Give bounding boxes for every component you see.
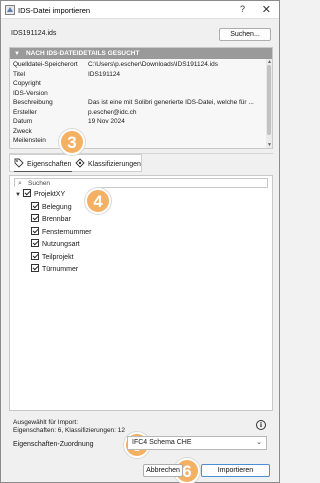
- detail-row: IDS-Version: [10, 90, 266, 98]
- detail-row: Zweck: [10, 128, 266, 136]
- tree-child-item[interactable]: Teilprojekt: [31, 251, 74, 262]
- tree-child-item[interactable]: Belegung: [31, 202, 72, 212]
- detail-label: Zweck: [13, 127, 32, 135]
- import-counts: Eigenschaften: 6, Klassifizierungen: 12: [13, 427, 126, 434]
- tree-child-item[interactable]: Nutzungsart: [31, 239, 80, 249]
- file-name: IDS191124.ids: [11, 30, 57, 37]
- classification-icon: [75, 158, 85, 168]
- help-icon[interactable]: ?: [240, 4, 245, 14]
- title-bar: IDS-Datei importieren ? ✕: [1, 1, 279, 19]
- detail-label: Beschreibung: [13, 99, 53, 106]
- file-details-panel: ▼ NACH IDS-DATEIDETAILS GESUCHT Quelldate…: [9, 47, 273, 149]
- tree-child-label: Brennbar: [42, 216, 71, 224]
- details-header-label: NACH IDS-DATEIDETAILS GESUCHT: [25, 50, 140, 57]
- app-icon: [5, 5, 15, 15]
- chevron-down-icon[interactable]: ▼: [15, 190, 22, 200]
- close-icon[interactable]: ✕: [262, 3, 271, 16]
- detail-row: Beschreibung Das ist eine mit Solibri gen…: [10, 99, 266, 107]
- property-mapping-label: Eigenschaften-Zuordnung: [13, 441, 94, 448]
- tree-child-item[interactable]: Fensternummer: [31, 226, 92, 237]
- scroll-down-icon[interactable]: ▼: [267, 142, 272, 148]
- detail-row: Ersteller p.escher@idc.ch: [10, 109, 266, 117]
- search-placeholder: Suchen: [28, 180, 51, 187]
- detail-value: IDS191124: [88, 70, 121, 78]
- tree-child-item[interactable]: Brennbar: [31, 214, 71, 224]
- tree-child-label: Teilprojekt: [42, 253, 74, 261]
- tree-root-item[interactable]: ▼ ProjektXY: [15, 189, 65, 199]
- selected-for-import-label: Ausgewählt für Import:: [13, 419, 79, 426]
- detail-label: Meilenstein: [13, 137, 46, 144]
- details-header[interactable]: ▼ NACH IDS-DATEIDETAILS GESUCHT: [10, 48, 272, 59]
- window-title: IDS-Datei importieren: [18, 6, 91, 15]
- detail-value: p.escher@idc.ch: [88, 108, 137, 116]
- tree-child-label: Belegung: [42, 204, 72, 211]
- tree-child-label: Fensternummer: [42, 228, 92, 236]
- checkbox-checked[interactable]: [31, 226, 39, 235]
- detail-row: Datum 19 Nov 2024: [10, 118, 266, 126]
- scrollbar-thumb[interactable]: [267, 65, 271, 135]
- detail-label: Titel: [13, 70, 26, 78]
- collapse-arrow-icon[interactable]: ▼: [14, 49, 20, 60]
- detail-row: Meilenstein: [10, 137, 266, 145]
- tree-root-label: ProjektXY: [34, 191, 66, 198]
- detail-row: Quelldatei-Speicherort C:\Users\p.escher\…: [10, 61, 266, 69]
- checkbox-checked[interactable]: [31, 239, 39, 248]
- tree-child-label: Türnummer: [42, 266, 79, 273]
- detail-value: 19 Nov 2024: [88, 118, 125, 125]
- tree-child-label: Nutzungsart: [42, 241, 80, 249]
- import-button[interactable]: Importieren: [201, 464, 270, 477]
- checkbox-checked[interactable]: [23, 189, 31, 197]
- detail-value: C:\Users\p.escher\Downloads\IDS191124.id…: [88, 61, 218, 68]
- tab-properties[interactable]: Eigenschaften: [14, 158, 71, 171]
- tree-child-item[interactable]: Türnummer: [31, 264, 78, 274]
- detail-row: Titel IDS191124: [10, 71, 266, 79]
- step-badge-4: 4: [85, 188, 111, 214]
- chevron-down-icon: ⌄: [256, 439, 262, 446]
- detail-label: Ersteller: [13, 108, 37, 116]
- checkbox-checked[interactable]: [31, 264, 39, 272]
- tab-classifications[interactable]: Klassifizierungen: [75, 158, 141, 171]
- tab-classifications-label: Klassifizierungen: [88, 161, 141, 168]
- detail-label: IDS-Version: [13, 89, 48, 97]
- tag-icon: [14, 158, 24, 168]
- detail-value: Das ist eine mit Solibri generierte IDS-…: [88, 99, 254, 106]
- details-scrollbar[interactable]: ▲ ▼: [266, 59, 272, 148]
- ids-import-dialog: IDS-Datei importieren ? ✕ IDS191124.ids …: [0, 0, 280, 483]
- browse-button[interactable]: Suchen...: [219, 28, 271, 41]
- tab-properties-label: Eigenschaften: [27, 161, 72, 168]
- checkbox-checked[interactable]: [31, 251, 39, 260]
- cancel-button[interactable]: Abbrechen: [143, 464, 183, 477]
- property-mapping-select[interactable]: IFC4 Schema CHE ⌄: [127, 436, 267, 450]
- checkbox-checked[interactable]: [31, 214, 39, 223]
- detail-label: Quelldatei-Speicherort: [13, 61, 78, 68]
- info-icon[interactable]: i: [256, 420, 266, 430]
- detail-label: Copyright: [13, 80, 41, 87]
- step-badge-3: 3: [59, 129, 85, 155]
- active-tab-indicator: [14, 171, 72, 172]
- property-mapping-value: IFC4 Schema CHE: [132, 439, 192, 446]
- detail-row: Copyright: [10, 80, 266, 88]
- checkbox-checked[interactable]: [31, 202, 39, 210]
- detail-label: Datum: [13, 118, 33, 125]
